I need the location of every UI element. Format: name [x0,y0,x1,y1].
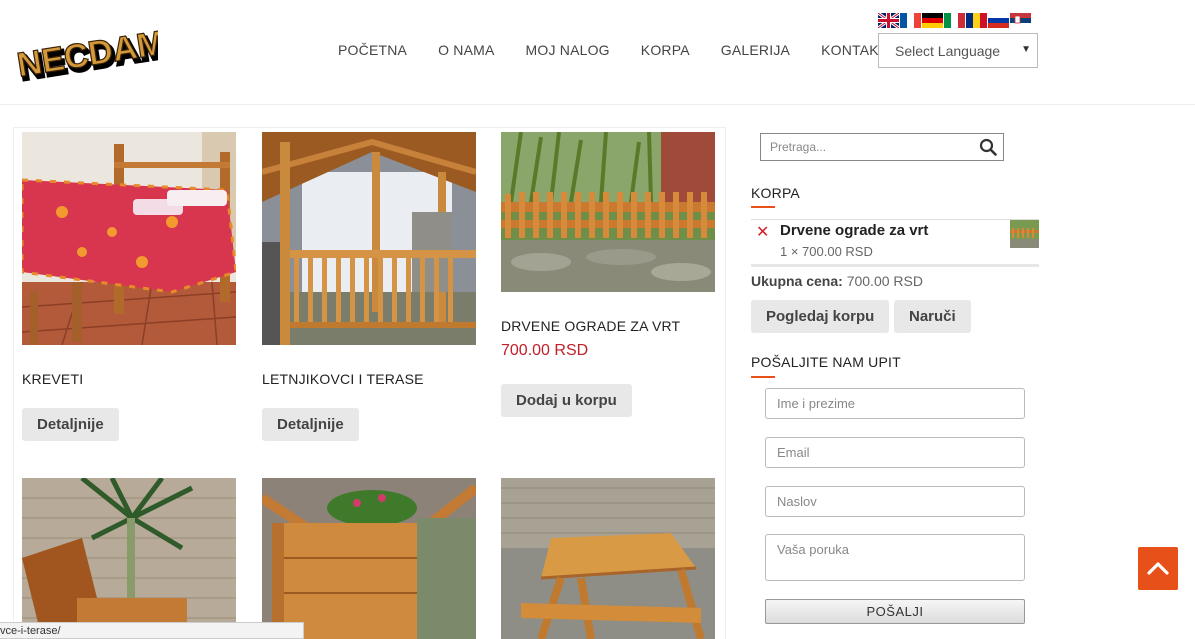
caret-down-icon: ▼ [1021,44,1031,55]
ro-flag-icon[interactable] [966,13,987,28]
de-flag-icon[interactable] [922,13,943,28]
product-image-beds[interactable] [20,132,238,346]
product-card: KREVETI Detaljnije [20,132,238,441]
product-price: 700.00 RSD [501,342,589,359]
cart-item-thumbnail[interactable] [1010,220,1039,248]
nav-item-o-nama[interactable]: O NAMA [438,42,494,58]
nav-item-galerija[interactable]: GALERIJA [721,42,790,58]
view-cart-button[interactable]: Pogledaj korpu [751,300,890,333]
ru-flag-icon[interactable] [988,13,1009,28]
product-title[interactable]: DRVENE OGRADE ZA VRT [501,318,716,334]
order-button[interactable]: Naruči [894,300,971,333]
rs-flag-icon[interactable] [1010,13,1031,28]
details-button[interactable]: Detaljnije [262,408,359,441]
cart-item-name[interactable]: Drvene ograde za vrt [780,222,928,239]
nav-item-korpa[interactable]: KORPA [641,42,690,58]
product-title[interactable]: LETNJIKOVCI I TERASE [262,371,477,387]
product-card: DRVENE OGRADE ZA VRT 700.00 RSD Dodaj u … [501,131,716,417]
title-underline [751,376,775,378]
nav-item-pocetna[interactable]: POČETNA [338,42,407,58]
cart-widget-title: KORPA [751,185,800,201]
product-image-chair-planter[interactable] [22,478,236,639]
add-to-cart-button[interactable]: Dodaj u korpu [501,384,632,417]
site-logo[interactable]: NECDAM NECDAM [12,8,158,94]
browser-status-url: vce-i-terase/ [0,622,304,639]
cart-total: Ukupna cena: 700.00 RSD [751,273,923,289]
product-image-garden-fence[interactable] [501,131,715,292]
product-card: LETNJIKOVCI I TERASE Detaljnije [261,132,477,441]
cart-item-qty: 1 × 700.00 RSD [780,244,873,259]
gb-flag-icon[interactable] [878,13,899,28]
product-image-flower-box[interactable] [262,478,476,639]
product-image-picnic-table[interactable] [501,478,715,639]
language-flags [878,13,1031,28]
search-box[interactable]: Pretraga... [760,133,1004,161]
message-field[interactable]: Vaša poruka [765,534,1025,581]
language-select[interactable]: Select Language ▼ [878,33,1038,68]
search-icon[interactable] [979,138,997,156]
back-to-top-button[interactable] [1138,547,1178,590]
title-underline [751,206,775,208]
subject-field[interactable]: Naslov [765,486,1025,517]
search-input[interactable]: Pretraga... [770,140,826,154]
details-button[interactable]: Detaljnije [22,408,119,441]
product-title[interactable]: KREVETI [22,371,237,387]
cart-total-label: Ukupna cena: [751,273,843,289]
product-image-gazebo[interactable] [261,132,477,345]
email-field[interactable]: Email [765,437,1025,468]
fr-flag-icon[interactable] [900,13,921,28]
remove-icon[interactable]: ✕ [756,222,769,242]
site-header: NECDAM NECDAM POČETNA O NAMA MOJ NALOG K… [0,0,1195,105]
language-select-label: Select Language [895,43,1001,59]
name-field[interactable]: Ime i prezime [765,388,1025,419]
cart-item: ✕ Drvene ograde za vrt 1 × 700.00 RSD [751,219,1039,267]
nav-item-moj-nalog[interactable]: MOJ NALOG [526,42,610,58]
cart-total-value: 700.00 RSD [846,273,923,289]
send-button[interactable]: POŠALJI [765,599,1025,624]
it-flag-icon[interactable] [944,13,965,28]
main-nav: POČETNA O NAMA MOJ NALOG KORPA GALERIJA … [338,42,919,58]
inquiry-widget-title: POŠALJITE NAM UPIT [751,354,901,370]
